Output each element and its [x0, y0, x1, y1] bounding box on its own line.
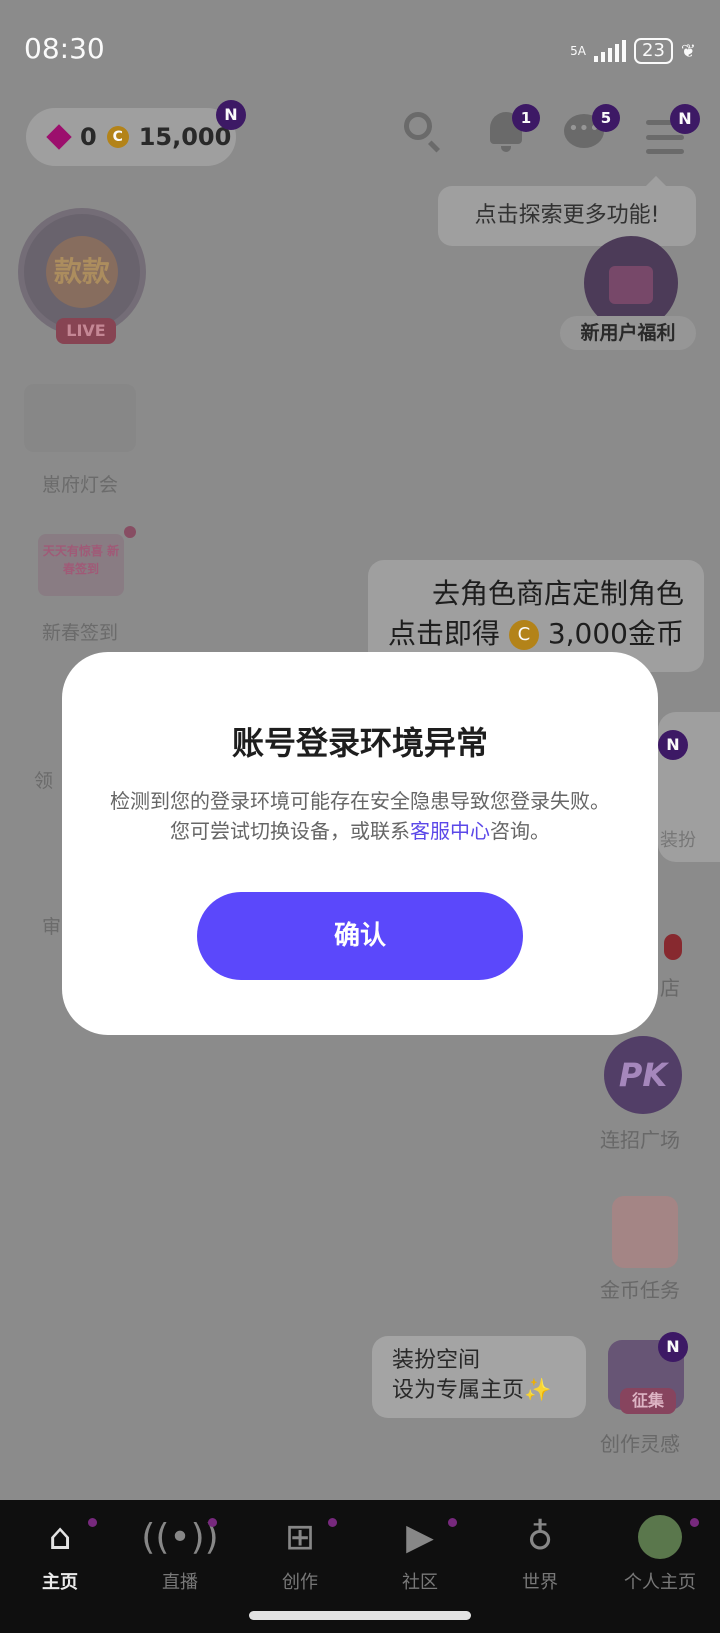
- confirm-button[interactable]: 确认: [197, 892, 523, 980]
- dialog-body: 检测到您的登录环境可能存在安全隐患导致您登录失败。您可尝试切换设备，或联系客服中…: [110, 789, 610, 843]
- dialog-title: 账号登录环境异常: [231, 724, 488, 762]
- login-error-dialog: 账号登录环境异常 检测到您的登录环境可能存在安全隐患导致您登录失败。您可尝试切换…: [62, 652, 658, 1035]
- customer-service-link[interactable]: 客服中心: [410, 819, 490, 843]
